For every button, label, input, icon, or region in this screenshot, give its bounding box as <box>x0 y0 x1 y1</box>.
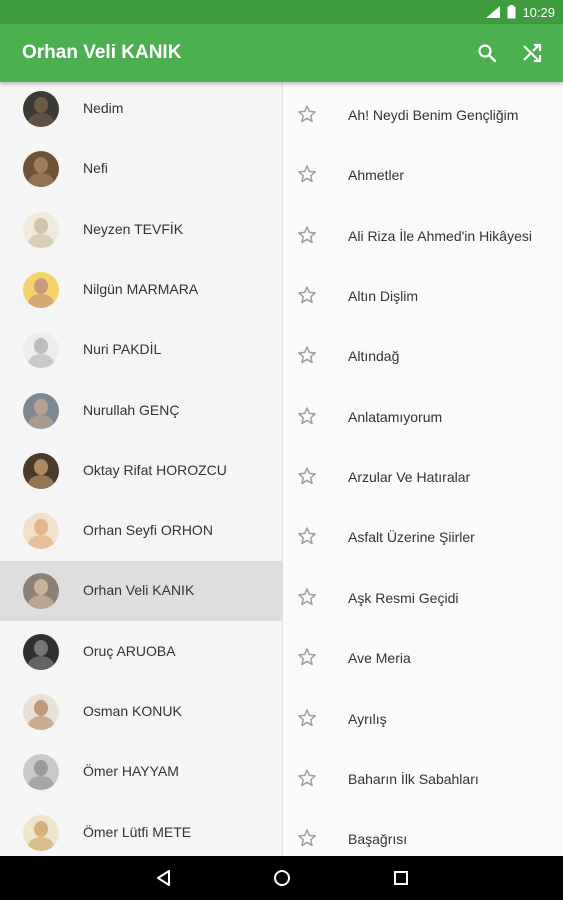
poet-list-item[interactable]: Ömer HAYYAM <box>0 742 282 802</box>
poet-list-item[interactable]: Orhan Veli KANIK <box>0 561 282 622</box>
home-button[interactable] <box>270 866 294 890</box>
avatar <box>23 754 59 791</box>
poet-name: Ömer HAYYAM <box>83 763 179 780</box>
star-icon[interactable] <box>297 708 317 728</box>
poet-list[interactable]: Nedim Nefi Neyzen TEVFİK Nilgün MARMARA Nuri… <box>0 82 282 856</box>
home-icon <box>274 870 290 886</box>
recents-icon <box>394 871 408 885</box>
poem-list-item[interactable]: Altındağ <box>283 325 563 386</box>
poem-list[interactable]: Ah! Neydi Benim Gençliğim Ahmetler Ali Riz… <box>283 82 563 856</box>
poem-title: Ayrılış <box>348 710 387 727</box>
avatar <box>23 91 59 127</box>
poet-list-item[interactable]: Oruç ARUOBA <box>0 622 282 682</box>
poet-name: Orhan Seyfi ORHON <box>83 522 213 539</box>
poet-name: Nilgün MARMARA <box>83 280 199 297</box>
star-icon[interactable] <box>297 104 317 124</box>
poem-list-item[interactable]: Altın Dişlim <box>283 265 563 326</box>
status-time: 10:29 <box>522 4 555 20</box>
avatar <box>23 814 59 851</box>
shuffle-button[interactable] <box>516 37 548 69</box>
poem-list-item[interactable]: Anlatamıyorum <box>283 386 563 447</box>
avatar <box>23 573 59 610</box>
poem-list-item[interactable]: Asfalt Üzerine Şiirler <box>283 506 563 567</box>
poem-list-item[interactable]: Arzular Ve Hatıralar <box>283 446 563 507</box>
poet-list-item[interactable]: Orhan Seyfi ORHON <box>0 501 282 561</box>
avatar <box>23 332 59 369</box>
star-icon[interactable] <box>297 285 317 305</box>
poet-list-item[interactable]: Osman KONUK <box>0 682 282 742</box>
poem-title: Başağrısı <box>348 831 408 848</box>
poet-list-item[interactable]: Ömer Lütfi METE <box>0 803 282 856</box>
poet-name: Neyzen TEVFİK <box>83 220 184 237</box>
navigation-bar <box>0 856 563 900</box>
avatar <box>23 513 59 550</box>
poem-title: Altın Dişlim <box>348 288 419 305</box>
back-icon <box>157 870 170 886</box>
star-icon[interactable] <box>297 526 317 546</box>
poet-list-item[interactable]: Nilgün MARMARA <box>0 260 282 320</box>
poet-name: Ömer Lütfi METE <box>83 823 192 840</box>
poet-list-item[interactable]: Nefi <box>0 139 282 199</box>
star-icon[interactable] <box>297 406 317 426</box>
poet-list-item[interactable]: Nuri PAKDİL <box>0 320 282 380</box>
star-icon[interactable] <box>297 164 317 184</box>
poet-name: Osman KONUK <box>83 703 182 719</box>
search-button[interactable] <box>471 37 503 69</box>
poet-name: Nuri PAKDİL <box>83 341 162 358</box>
battery-icon <box>507 5 516 19</box>
poet-list-item[interactable]: Nurullah GENÇ <box>0 381 282 441</box>
poem-title: Ali Riza İle Ahmed'in Hikâyesi <box>348 227 532 244</box>
poem-list-item[interactable]: Aşk Resmi Geçidi <box>283 567 563 628</box>
poem-title: Baharın İlk Sabahları <box>348 770 479 787</box>
avatar <box>23 211 59 248</box>
poet-name: Oktay Rifat HOROZCU <box>83 461 227 478</box>
avatar <box>23 271 59 308</box>
poem-list-item[interactable]: Ayrılış <box>283 688 563 749</box>
star-icon[interactable] <box>297 466 317 486</box>
poem-title: Asfalt Üzerine Şiirler <box>348 529 475 546</box>
shuffle-icon <box>523 43 542 63</box>
poet-name: Orhan Veli KANIK <box>83 582 195 599</box>
recents-button[interactable] <box>389 866 413 890</box>
poem-list-item[interactable]: Ali Riza İle Ahmed'in Hikâyesi <box>283 205 563 266</box>
signal-icon <box>486 6 501 18</box>
star-icon[interactable] <box>297 225 317 245</box>
poem-title: Aşk Resmi Geçidi <box>348 589 459 606</box>
poem-title: Ahmetler <box>348 167 405 184</box>
poem-list-item[interactable]: Başağrısı <box>283 808 563 856</box>
poem-list-item[interactable]: Ah! Neydi Benim Gençliğim <box>283 84 563 145</box>
app-title: Orhan Veli KANIK <box>22 42 182 63</box>
poem-title: Anlatamıyorum <box>348 408 443 425</box>
poet-list-item[interactable]: Nedim <box>0 82 282 139</box>
poem-title: Ah! Neydi Benim Gençliğim <box>348 107 519 123</box>
poet-name: Nefi <box>83 160 108 177</box>
search-icon <box>478 44 497 63</box>
status-bar: 10:29 <box>0 0 563 24</box>
avatar <box>23 694 59 730</box>
poet-name: Oruç ARUOBA <box>83 642 176 659</box>
star-icon[interactable] <box>297 647 317 667</box>
poem-title: Arzular Ve Hatıralar <box>348 469 471 486</box>
poem-list-item[interactable]: Ahmetler <box>283 144 563 205</box>
star-icon[interactable] <box>297 345 317 365</box>
poem-title: Ave Meria <box>348 650 411 667</box>
poet-name: Nurullah GENÇ <box>83 401 180 418</box>
poet-name: Nedim <box>83 100 124 116</box>
star-icon[interactable] <box>297 768 317 788</box>
poem-title: Altındağ <box>348 348 400 365</box>
avatar <box>23 151 59 188</box>
avatar <box>23 452 59 489</box>
app-bar: Orhan Veli KANIK <box>0 24 563 82</box>
poet-list-item[interactable]: Oktay Rifat HOROZCU <box>0 441 282 501</box>
star-icon[interactable] <box>297 587 317 607</box>
back-button[interactable] <box>151 866 175 890</box>
avatar <box>23 392 59 429</box>
avatar <box>23 633 59 670</box>
poem-list-item[interactable]: Baharın İlk Sabahları <box>283 748 563 809</box>
poem-list-item[interactable]: Ave Meria <box>283 627 563 688</box>
star-icon[interactable] <box>297 828 317 848</box>
poet-list-item[interactable]: Neyzen TEVFİK <box>0 200 282 260</box>
